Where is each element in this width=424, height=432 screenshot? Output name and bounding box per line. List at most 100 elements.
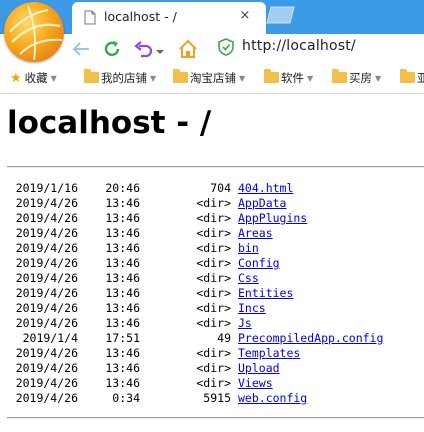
entry-size: <dir> (196, 271, 231, 285)
entry-link[interactable]: web.config (238, 391, 307, 406)
entry-date: 2019/4/26 (15, 211, 78, 225)
entry-size: <dir> (196, 346, 231, 360)
entry-time: 17:51 (105, 331, 140, 345)
back-arrow-icon[interactable] (70, 38, 92, 60)
bookmark-software[interactable]: 软件 ▼ (264, 69, 313, 88)
entry-link[interactable]: PrecompiledApp.config (238, 331, 383, 346)
refresh-icon[interactable] (101, 38, 123, 60)
chevron-down-icon: ▼ (50, 74, 57, 83)
entry-link[interactable]: Css (238, 271, 259, 286)
entry-time: 13:46 (105, 241, 140, 255)
entry-time: 13:46 (105, 286, 140, 300)
listing-row: 2019/4/26 0:34 5915 web.config (0, 391, 424, 406)
entry-link[interactable]: Entities (238, 286, 293, 301)
entry-date: 2019/4/26 (15, 316, 78, 330)
entry-date: 2019/4/26 (15, 376, 78, 390)
bookmark-favorites[interactable]: ★ 收藏 ▼ (10, 70, 57, 88)
entry-size: <dir> (196, 316, 231, 330)
entry-size: <dir> (196, 226, 231, 240)
browser-logo-icon[interactable] (4, 2, 64, 62)
entry-size: <dir> (196, 241, 231, 255)
bookmark-label: 我的店铺 (101, 71, 147, 85)
directory-listing: 2019/1/16 20:46 704 404.html 2019/4/26 1… (0, 181, 424, 406)
entry-date: 2019/4/26 (15, 271, 78, 285)
entry-date: 2019/1/16 (15, 181, 78, 195)
close-tab-icon[interactable]: × (237, 8, 253, 23)
listing-row: 2019/4/26 13:46 <dir> Views (0, 376, 424, 391)
listing-row: 2019/4/26 13:46 <dir> bin (0, 241, 424, 256)
chevron-down-icon: ▼ (150, 74, 157, 83)
entry-time: 13:46 (105, 211, 140, 225)
listing-row: 2019/4/26 13:46 <dir> Config (0, 256, 424, 271)
listing-row: 2019/1/16 20:46 704 404.html (0, 181, 424, 196)
entry-size: <dir> (196, 376, 231, 390)
bottom-divider (7, 417, 424, 419)
entry-size: 5915 (203, 391, 231, 405)
dropdown-caret-icon[interactable] (155, 42, 169, 64)
entry-time: 13:46 (105, 196, 140, 210)
listing-row: 2019/4/26 13:46 <dir> AppData (0, 196, 424, 211)
entry-link[interactable]: AppPlugins (238, 211, 307, 226)
entry-link[interactable]: Areas (238, 226, 273, 241)
page-content: localhost - / 2019/1/16 20:46 704 404.ht… (0, 95, 424, 432)
bookmark-buy-house[interactable]: 买房 ▼ (332, 69, 382, 88)
listing-row: 2019/4/26 13:46 <dir> AppPlugins (0, 211, 424, 226)
entry-date: 2019/4/26 (15, 391, 78, 405)
entry-time: 13:46 (105, 271, 140, 285)
listing-row: 2019/1/4 17:51 49 PrecompiledApp.config (0, 331, 424, 346)
bookmark-label: 软件 (281, 71, 304, 85)
entry-date: 2019/1/4 (22, 331, 78, 345)
entry-size: <dir> (196, 196, 231, 210)
entry-date: 2019/4/26 (15, 361, 78, 375)
bookmarks-bar: ★ 收藏 ▼ 我的店铺 ▼ 淘宝店铺 ▼ 软件 ▼ 买房 ▼ 亚 (0, 64, 424, 94)
new-tab-button[interactable] (266, 6, 296, 24)
entry-link[interactable]: Config (238, 256, 280, 271)
entry-link[interactable]: Js (238, 316, 252, 331)
bookmark-label: 收藏 (24, 71, 48, 85)
entry-size: 704 (210, 181, 231, 195)
bookmark-more[interactable]: 亚 (400, 69, 424, 88)
entry-time: 13:46 (105, 316, 140, 330)
bookmark-my-store[interactable]: 我的店铺 ▼ (84, 69, 157, 88)
entry-date: 2019/4/26 (15, 241, 78, 255)
entry-link[interactable]: Incs (238, 301, 266, 316)
entry-link[interactable]: Templates (238, 346, 300, 361)
entry-size: <dir> (196, 211, 231, 225)
entry-date: 2019/4/26 (15, 226, 78, 240)
folder-icon (173, 69, 188, 83)
undo-icon[interactable] (133, 38, 155, 60)
listing-row: 2019/4/26 13:46 <dir> Templates (0, 346, 424, 361)
bookmark-label: 淘宝店铺 (190, 71, 236, 85)
entry-size: <dir> (196, 286, 231, 300)
shield-icon (218, 38, 234, 56)
listing-row: 2019/4/26 13:46 <dir> Entities (0, 286, 424, 301)
listing-row: 2019/4/26 13:46 <dir> Js (0, 316, 424, 331)
entry-link[interactable]: bin (238, 241, 259, 256)
listing-row: 2019/4/26 13:46 <dir> Upload (0, 361, 424, 376)
address-bar[interactable]: http://localhost/ (242, 38, 356, 54)
star-icon: ★ (10, 71, 22, 86)
top-divider (7, 166, 424, 168)
home-icon[interactable] (177, 38, 199, 60)
tab-title: localhost - / (104, 9, 177, 24)
chevron-down-icon: ▼ (239, 74, 246, 83)
entry-time: 13:46 (105, 346, 140, 360)
entry-time: 13:46 (105, 376, 140, 390)
entry-link[interactable]: 404.html (238, 181, 293, 196)
bookmark-taobao-store[interactable]: 淘宝店铺 ▼ (173, 69, 246, 88)
entry-time: 13:46 (105, 256, 140, 270)
entry-link[interactable]: Upload (238, 361, 280, 376)
bookmark-label: 亚 (417, 71, 424, 85)
document-icon (84, 10, 96, 29)
chevron-down-icon: ▼ (375, 74, 382, 83)
entry-link[interactable]: Views (238, 376, 273, 391)
entry-link[interactable]: AppData (238, 196, 286, 211)
entry-time: 13:46 (105, 301, 140, 315)
entry-date: 2019/4/26 (15, 301, 78, 315)
folder-icon (400, 69, 415, 83)
entry-size: <dir> (196, 256, 231, 270)
tab-localhost[interactable]: localhost - / × (72, 2, 266, 34)
folder-icon (84, 69, 99, 83)
folder-icon (332, 69, 347, 83)
entry-time: 20:46 (105, 181, 140, 195)
